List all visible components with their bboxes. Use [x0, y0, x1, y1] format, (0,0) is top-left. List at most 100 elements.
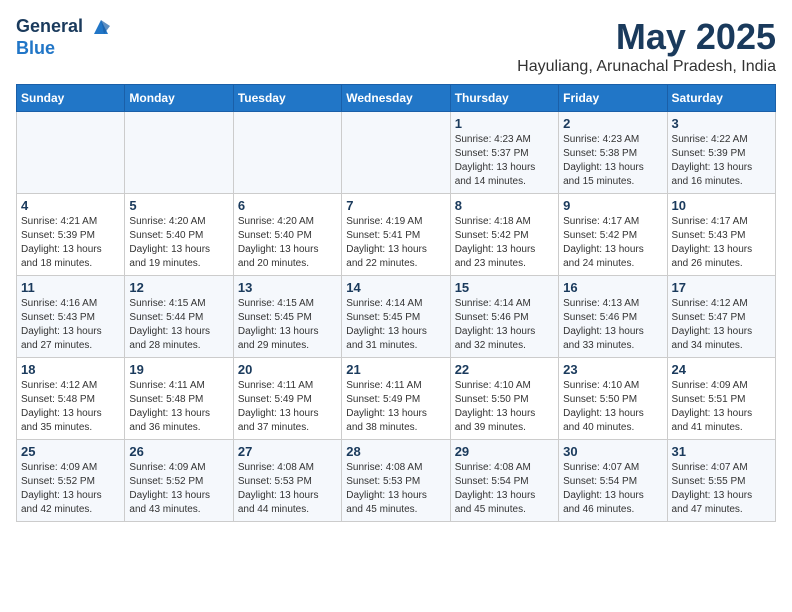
calendar-cell: 8 Sunrise: 4:18 AM Sunset: 5:42 PM Daylig… [450, 194, 558, 276]
day-detail: Sunrise: 4:14 AM Sunset: 5:45 PM Dayligh… [346, 297, 445, 353]
day-number: 9 [563, 198, 662, 213]
calendar-cell: 23 Sunrise: 4:10 AM Sunset: 5:50 PM Dayli… [559, 358, 667, 440]
day-number: 6 [238, 198, 337, 213]
calendar-cell: 6 Sunrise: 4:20 AM Sunset: 5:40 PM Daylig… [233, 194, 341, 276]
logo-blue: Blue [16, 38, 112, 59]
day-number: 12 [129, 280, 228, 295]
day-number: 27 [238, 444, 337, 459]
calendar-week-3: 11 Sunrise: 4:16 AM Sunset: 5:43 PM Dayli… [17, 276, 776, 358]
day-detail: Sunrise: 4:08 AM Sunset: 5:53 PM Dayligh… [238, 461, 337, 517]
day-number: 20 [238, 362, 337, 377]
day-detail: Sunrise: 4:16 AM Sunset: 5:43 PM Dayligh… [21, 297, 120, 353]
calendar-cell: 31Sunrise: 4:07 AM Sunset: 5:55 PM Dayli… [667, 440, 775, 522]
day-detail: Sunrise: 4:20 AM Sunset: 5:40 PM Dayligh… [238, 215, 337, 271]
day-number: 15 [455, 280, 554, 295]
day-detail: Sunrise: 4:11 AM Sunset: 5:49 PM Dayligh… [346, 379, 445, 435]
calendar-cell: 25 Sunrise: 4:09 AM Sunset: 5:52 PM Dayli… [17, 440, 125, 522]
calendar-cell: 2Sunrise: 4:23 AM Sunset: 5:38 PM Daylig… [559, 112, 667, 194]
calendar-table: SundayMondayTuesdayWednesdayThursdayFrid… [16, 84, 776, 522]
calendar-cell: 24Sunrise: 4:09 AM Sunset: 5:51 PM Dayli… [667, 358, 775, 440]
day-detail: Sunrise: 4:09 AM Sunset: 5:52 PM Dayligh… [21, 461, 120, 517]
day-detail: Sunrise: 4:17 AM Sunset: 5:43 PM Dayligh… [672, 215, 771, 271]
calendar-cell: 28 Sunrise: 4:08 AM Sunset: 5:53 PM Dayli… [342, 440, 450, 522]
day-number: 22 [455, 362, 554, 377]
day-number: 24 [672, 362, 771, 377]
day-number: 1 [455, 116, 554, 131]
day-number: 26 [129, 444, 228, 459]
day-detail: Sunrise: 4:08 AM Sunset: 5:54 PM Dayligh… [455, 461, 554, 517]
calendar-cell: 19 Sunrise: 4:11 AM Sunset: 5:48 PM Dayli… [125, 358, 233, 440]
day-number: 13 [238, 280, 337, 295]
weekday-header-saturday: Saturday [667, 85, 775, 112]
day-number: 4 [21, 198, 120, 213]
day-number: 3 [672, 116, 771, 131]
day-number: 14 [346, 280, 445, 295]
calendar-cell: 26 Sunrise: 4:09 AM Sunset: 5:52 PM Dayli… [125, 440, 233, 522]
weekday-header-row: SundayMondayTuesdayWednesdayThursdayFrid… [17, 85, 776, 112]
day-detail: Sunrise: 4:09 AM Sunset: 5:52 PM Dayligh… [129, 461, 228, 517]
calendar-cell [17, 112, 125, 194]
calendar-cell: 27 Sunrise: 4:08 AM Sunset: 5:53 PM Dayli… [233, 440, 341, 522]
day-detail: Sunrise: 4:21 AM Sunset: 5:39 PM Dayligh… [21, 215, 120, 271]
day-number: 19 [129, 362, 228, 377]
weekday-header-thursday: Thursday [450, 85, 558, 112]
day-number: 29 [455, 444, 554, 459]
day-number: 8 [455, 198, 554, 213]
calendar-cell: 13Sunrise: 4:15 AM Sunset: 5:45 PM Dayli… [233, 276, 341, 358]
calendar-cell: 22Sunrise: 4:10 AM Sunset: 5:50 PM Dayli… [450, 358, 558, 440]
weekday-header-friday: Friday [559, 85, 667, 112]
calendar-cell: 4 Sunrise: 4:21 AM Sunset: 5:39 PM Daylig… [17, 194, 125, 276]
logo-text: General [16, 16, 112, 38]
day-detail: Sunrise: 4:10 AM Sunset: 5:50 PM Dayligh… [563, 379, 662, 435]
calendar-week-2: 4 Sunrise: 4:21 AM Sunset: 5:39 PM Daylig… [17, 194, 776, 276]
day-detail: Sunrise: 4:11 AM Sunset: 5:49 PM Dayligh… [238, 379, 337, 435]
day-number: 28 [346, 444, 445, 459]
weekday-header-wednesday: Wednesday [342, 85, 450, 112]
calendar-cell: 14 Sunrise: 4:14 AM Sunset: 5:45 PM Dayli… [342, 276, 450, 358]
calendar-cell: 30 Sunrise: 4:07 AM Sunset: 5:54 PM Dayli… [559, 440, 667, 522]
day-number: 31 [672, 444, 771, 459]
day-detail: Sunrise: 4:14 AM Sunset: 5:46 PM Dayligh… [455, 297, 554, 353]
calendar-cell [342, 112, 450, 194]
day-detail: Sunrise: 4:13 AM Sunset: 5:46 PM Dayligh… [563, 297, 662, 353]
calendar-cell: 5 Sunrise: 4:20 AM Sunset: 5:40 PM Daylig… [125, 194, 233, 276]
page-header: General Blue May 2025 Hayuliang, Arunach… [16, 16, 776, 76]
day-detail: Sunrise: 4:15 AM Sunset: 5:44 PM Dayligh… [129, 297, 228, 353]
weekday-header-tuesday: Tuesday [233, 85, 341, 112]
day-number: 2 [563, 116, 662, 131]
day-number: 5 [129, 198, 228, 213]
day-detail: Sunrise: 4:11 AM Sunset: 5:48 PM Dayligh… [129, 379, 228, 435]
day-detail: Sunrise: 4:07 AM Sunset: 5:54 PM Dayligh… [563, 461, 662, 517]
day-detail: Sunrise: 4:17 AM Sunset: 5:42 PM Dayligh… [563, 215, 662, 271]
day-number: 16 [563, 280, 662, 295]
day-number: 25 [21, 444, 120, 459]
calendar-cell: 9 Sunrise: 4:17 AM Sunset: 5:42 PM Daylig… [559, 194, 667, 276]
day-number: 10 [672, 198, 771, 213]
calendar-cell: 7 Sunrise: 4:19 AM Sunset: 5:41 PM Daylig… [342, 194, 450, 276]
day-number: 21 [346, 362, 445, 377]
day-number: 7 [346, 198, 445, 213]
location-title: Hayuliang, Arunachal Pradesh, India [517, 58, 776, 76]
logo: General Blue [16, 16, 112, 59]
day-detail: Sunrise: 4:19 AM Sunset: 5:41 PM Dayligh… [346, 215, 445, 271]
day-detail: Sunrise: 4:12 AM Sunset: 5:47 PM Dayligh… [672, 297, 771, 353]
calendar-cell: 11 Sunrise: 4:16 AM Sunset: 5:43 PM Dayli… [17, 276, 125, 358]
calendar-cell: 3Sunrise: 4:22 AM Sunset: 5:39 PM Daylig… [667, 112, 775, 194]
day-number: 11 [21, 280, 120, 295]
calendar-week-4: 18Sunrise: 4:12 AM Sunset: 5:48 PM Dayli… [17, 358, 776, 440]
calendar-cell: 15 Sunrise: 4:14 AM Sunset: 5:46 PM Dayli… [450, 276, 558, 358]
day-detail: Sunrise: 4:08 AM Sunset: 5:53 PM Dayligh… [346, 461, 445, 517]
day-number: 23 [563, 362, 662, 377]
day-detail: Sunrise: 4:20 AM Sunset: 5:40 PM Dayligh… [129, 215, 228, 271]
logo-icon [90, 16, 112, 38]
day-number: 17 [672, 280, 771, 295]
day-detail: Sunrise: 4:12 AM Sunset: 5:48 PM Dayligh… [21, 379, 120, 435]
calendar-cell: 29 Sunrise: 4:08 AM Sunset: 5:54 PM Dayli… [450, 440, 558, 522]
calendar-week-5: 25 Sunrise: 4:09 AM Sunset: 5:52 PM Dayli… [17, 440, 776, 522]
weekday-header-sunday: Sunday [17, 85, 125, 112]
day-detail: Sunrise: 4:18 AM Sunset: 5:42 PM Dayligh… [455, 215, 554, 271]
calendar-cell: 10 Sunrise: 4:17 AM Sunset: 5:43 PM Dayli… [667, 194, 775, 276]
day-detail: Sunrise: 4:23 AM Sunset: 5:37 PM Dayligh… [455, 133, 554, 189]
weekday-header-monday: Monday [125, 85, 233, 112]
day-number: 30 [563, 444, 662, 459]
